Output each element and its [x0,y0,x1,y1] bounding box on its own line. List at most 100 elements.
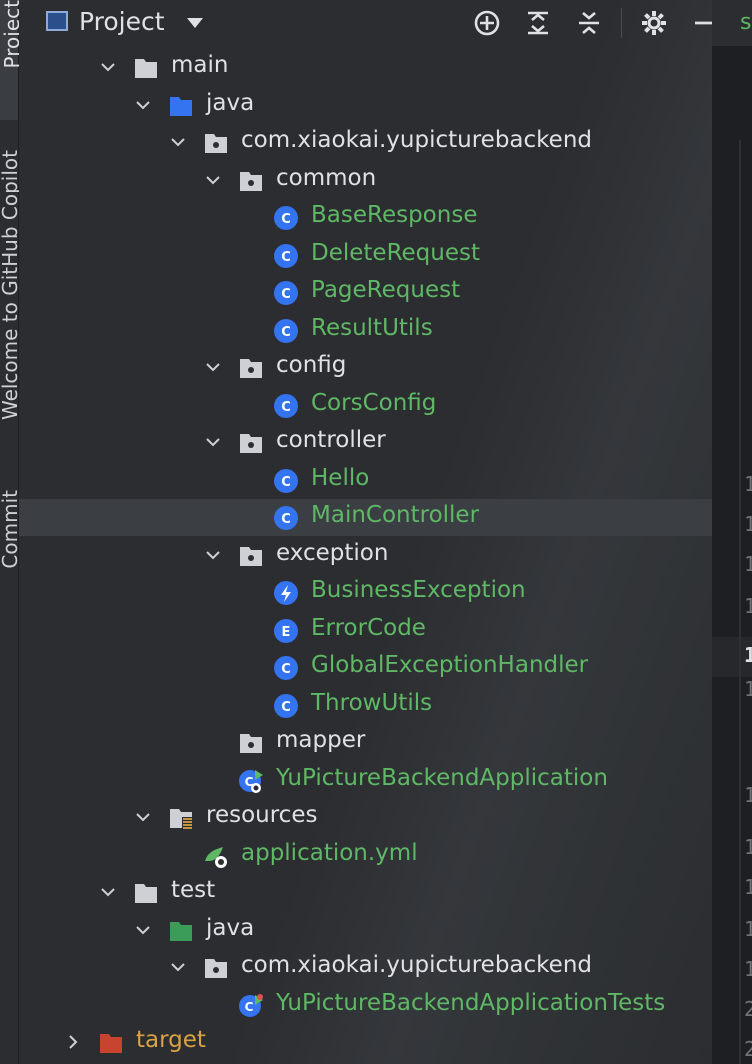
chevron-down-icon[interactable] [170,959,186,975]
svg-text:E: E [282,625,291,640]
expand-all-icon[interactable] [523,8,553,38]
tree-node[interactable]: C Hello [19,462,712,499]
tree-node[interactable]: exception [19,537,712,574]
project-view-icon [46,11,68,31]
chevron-down-icon[interactable] [170,134,186,150]
source-folder-icon [168,93,194,119]
tree-node-label: BaseResponse [311,202,478,228]
tree-node[interactable]: controller [19,424,712,461]
gutter-line-number: 1 [744,835,752,859]
exception-class-icon [273,580,299,606]
class-icon: C [273,205,299,231]
package-icon [238,543,264,569]
tree-node-label: CorsConfig [311,389,437,416]
editor-tab-bar: s [712,0,752,46]
tree-node[interactable]: mapper [19,724,712,761]
chevron-down-icon[interactable] [205,547,221,563]
chevron-down-icon[interactable] [100,884,116,900]
tree-node[interactable]: target [19,1024,712,1061]
tree-node[interactable]: com.xiaokai.yupicturebackend [19,949,712,986]
tree-node-label: YuPictureBackendApplicationTests [276,989,666,1016]
chevron-down-icon[interactable] [205,172,221,188]
tree-node-label: java [206,914,255,941]
tree-node[interactable]: C ThrowUtils [19,687,712,724]
tree-node[interactable]: C GlobalExceptionHandler [19,649,712,686]
tree-node-label: Hello [311,464,370,491]
panel-title[interactable]: Project [79,7,165,36]
chevron-down-icon[interactable] [205,359,221,375]
tree-node[interactable]: common [19,162,712,199]
gutter-line-number: 2 [744,997,752,1021]
svg-text:C: C [281,700,291,715]
gutter-line-number: 1 [744,917,752,941]
tree-node[interactable]: config [19,349,712,386]
tree-node-label: YuPictureBackendApplication [276,764,608,791]
chevron-down-icon[interactable] [100,59,116,75]
active-gutter-line-number: 1 [744,643,752,667]
editor-tab-fragment[interactable]: s [740,10,751,35]
tree-node[interactable]: resources [19,799,712,836]
left-tool-strip: Project Welcome to GitHub Copilot Commit [0,0,24,1064]
tree-node[interactable]: C YuPictureBackendApplication [19,762,712,799]
chevron-down-icon[interactable] [205,434,221,450]
tree-node[interactable]: E ErrorCode [19,612,712,649]
tool-tab-project[interactable]: Project [0,0,24,120]
package-icon [203,130,229,156]
tree-node[interactable]: java [19,87,712,124]
tree-node[interactable]: C MainController [19,499,712,536]
tree-node[interactable]: C ResultUtils [19,312,712,349]
tree-node[interactable]: C CorsConfig [19,387,712,424]
tree-node[interactable]: C DeleteRequest [19,237,712,274]
gutter-line-number: 1 [744,472,752,496]
tree-node-label: java [206,89,255,116]
gutter-line-number: 1 [744,677,752,701]
tree-node-label: MainController [311,502,480,528]
tree-node[interactable]: main [19,49,712,86]
tree-node-label: ThrowUtils [311,689,433,716]
gutter-line-number: 1 [744,552,752,576]
folder-icon [133,55,159,81]
gutter-line-number: 1 [744,957,752,981]
tree-node[interactable]: application.yml [19,837,712,874]
package-icon [238,430,264,456]
svg-text:C: C [281,212,291,227]
package-icon [238,355,264,381]
tree-node-label: application.yml [241,839,418,866]
tree-node[interactable]: C YuPictureBackendApplicationTests [19,987,712,1024]
tree-node-label: test [171,877,216,903]
tree-node-label: DeleteRequest [311,239,480,266]
excluded-folder-icon [98,1030,124,1056]
package-icon [203,955,229,981]
gutter-line-number: 1 [744,875,752,899]
tree-node-label: ErrorCode [311,614,426,641]
folder-icon [133,880,159,906]
tree-node-label: common [276,164,377,191]
tree-node-label: main [171,52,229,78]
tree-node-label: mapper [276,727,366,753]
spring-boot-test-icon: C [238,993,264,1019]
gutter-line-number: 2 [744,1037,752,1061]
class-icon: C [273,280,299,306]
chevron-right-icon[interactable] [65,1034,81,1050]
spring-boot-app-icon: C [238,768,264,794]
tree-node-label: GlobalExceptionHandler [311,652,589,678]
tree-node-label: resources [206,802,318,828]
chevron-down-icon[interactable] [187,18,203,28]
tree-node[interactable]: test [19,874,712,911]
class-icon: C [273,393,299,419]
svg-text:C: C [281,512,291,527]
chevron-down-icon[interactable] [135,809,151,825]
tree-node[interactable]: com.xiaokai.yupicturebackend [19,124,712,161]
locate-icon[interactable] [472,8,502,38]
chevron-down-icon[interactable] [135,97,151,113]
chevron-down-icon[interactable] [135,922,151,938]
tree-node[interactable]: C BaseResponse [19,199,712,236]
tree-node[interactable]: C PageRequest [19,274,712,311]
collapse-all-icon[interactable] [574,8,604,38]
class-icon: C [273,655,299,681]
tree-node[interactable]: java [19,912,712,949]
gear-icon[interactable] [639,8,669,38]
resources-folder-icon [168,805,194,831]
class-icon: C [273,318,299,344]
tree-node[interactable]: BusinessException [19,574,712,611]
